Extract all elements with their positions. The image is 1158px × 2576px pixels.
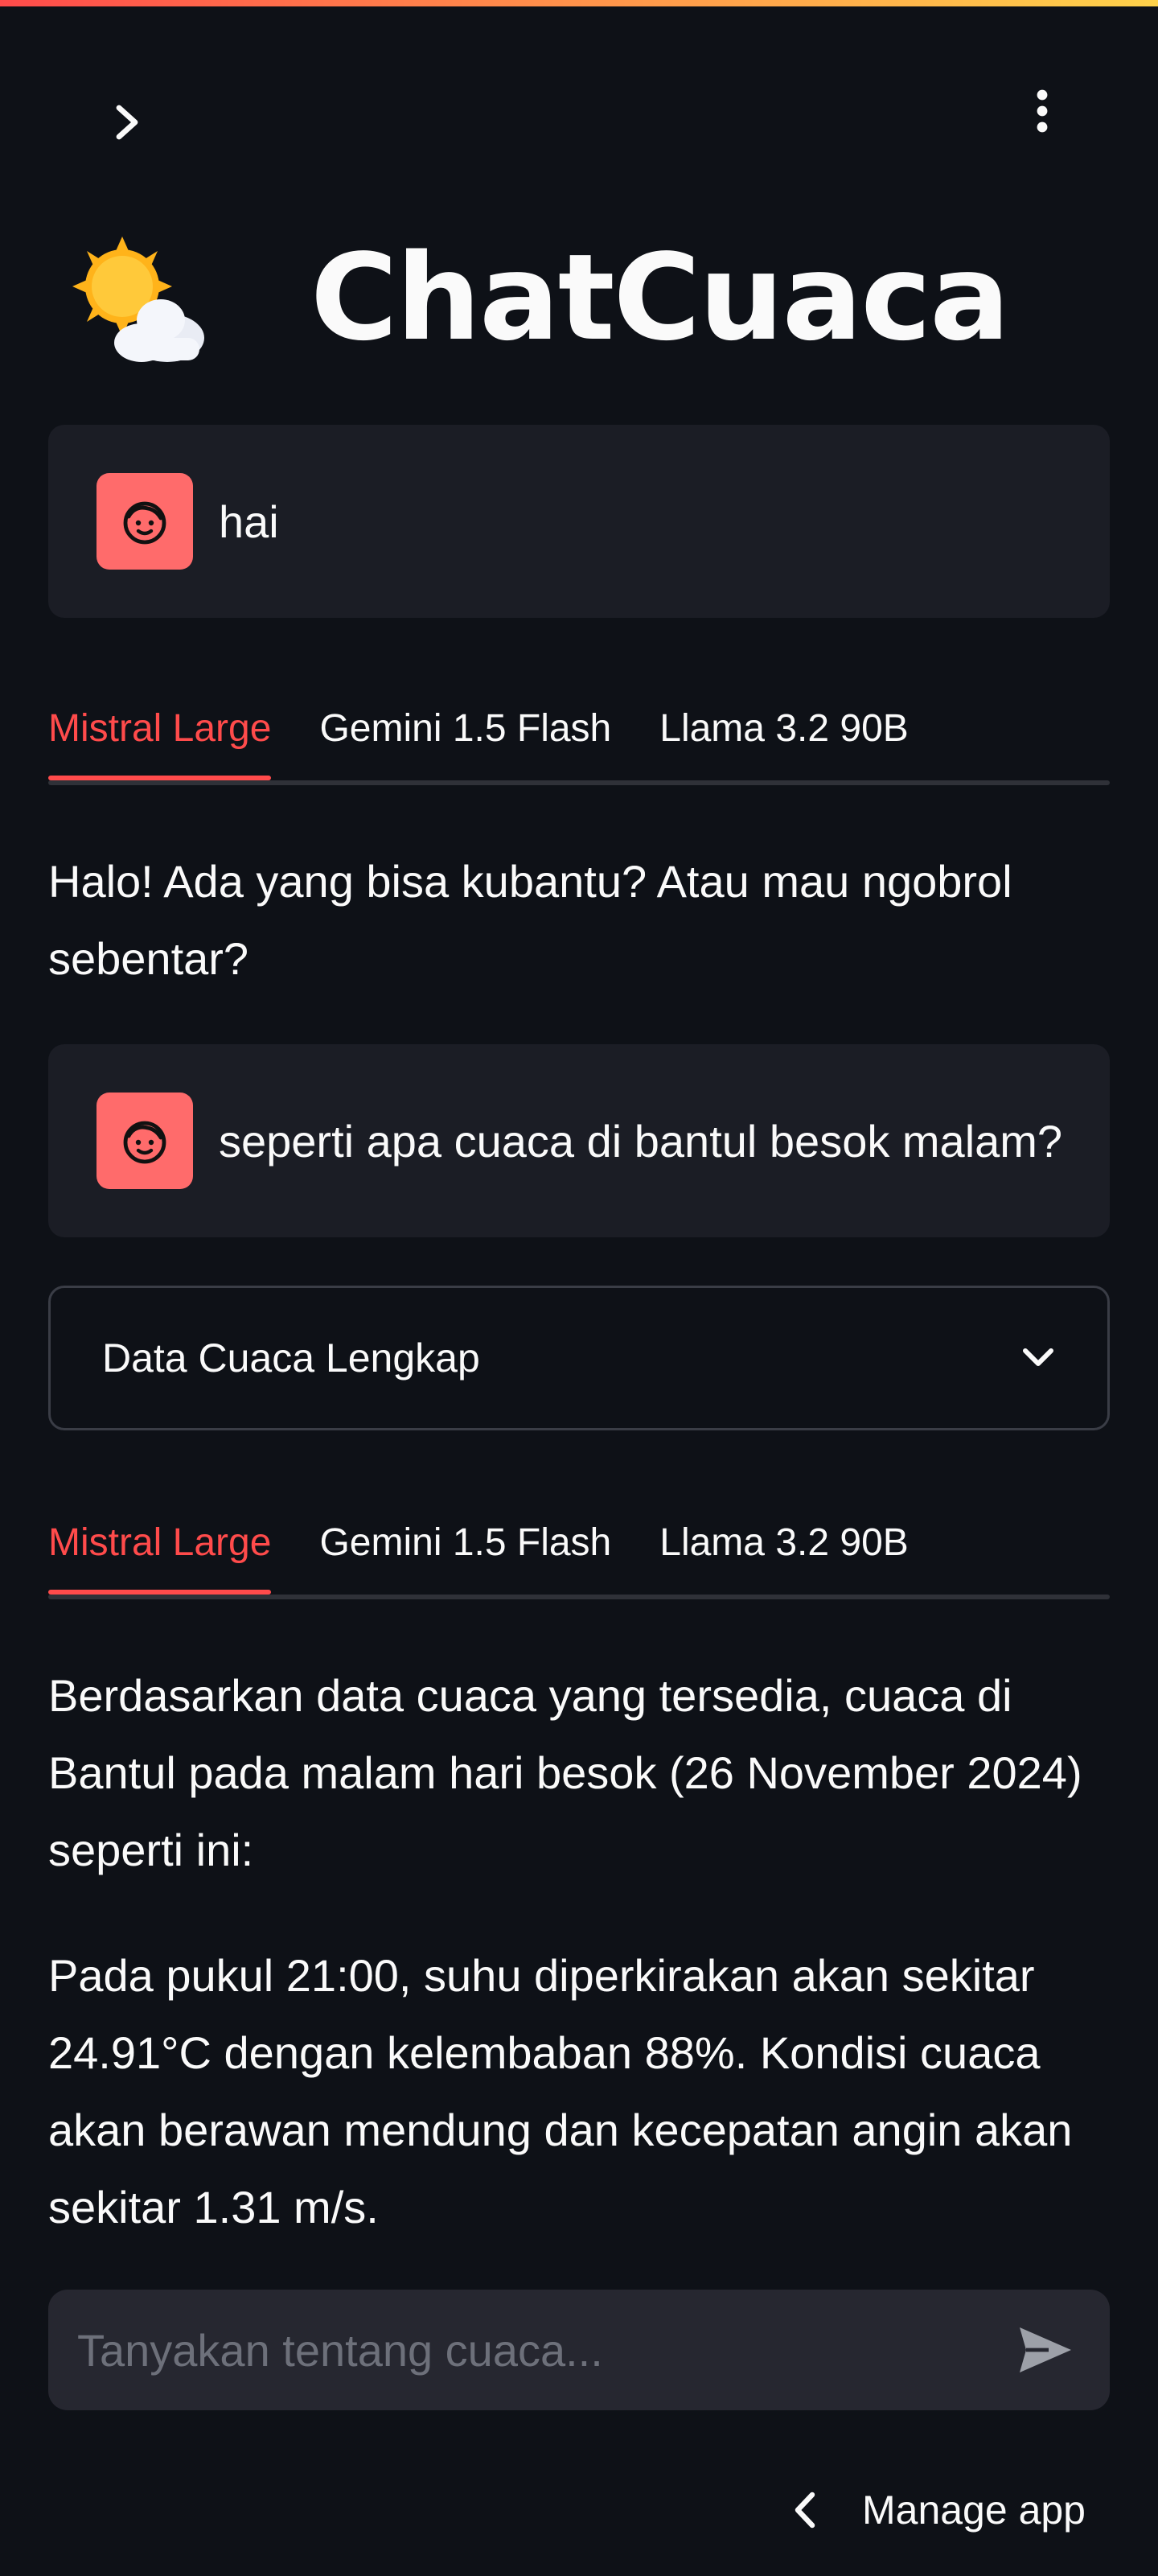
tab-llama[interactable]: Llama 3.2 90B [659, 681, 909, 777]
app-title: ChatCuaca [310, 228, 1010, 367]
manage-app-label: Manage app [861, 2488, 1086, 2533]
tab-llama[interactable]: Llama 3.2 90B [659, 1495, 909, 1591]
tab-gemini-flash[interactable]: Gemini 1.5 Flash [319, 681, 611, 777]
chat-input-container [48, 2290, 1110, 2410]
user-avatar [96, 473, 193, 570]
assistant-response-text: Halo! Ada yang bisa kubantu? Atau mau ng… [48, 856, 1012, 984]
chevron-right-icon [116, 105, 138, 140]
user-message: hai [48, 425, 1110, 618]
user-message-text: seperti apa cuaca di bantul besok malam? [219, 1115, 1063, 1167]
tab-mistral-large[interactable]: Mistral Large [48, 681, 272, 780]
tab-gemini-flash[interactable]: Gemini 1.5 Flash [319, 1495, 611, 1591]
face-icon [123, 501, 166, 545]
send-button[interactable] [1005, 2310, 1086, 2390]
expander-label: Data Cuaca Lengkap [102, 1335, 480, 1381]
weather-data-expander[interactable]: Data Cuaca Lengkap [48, 1286, 1110, 1430]
sun-behind-cloud-icon [48, 225, 209, 370]
chevron-left-icon [795, 2492, 815, 2529]
model-tabs: Mistral Large Gemini 1.5 Flash Llama 3.2… [48, 681, 1110, 785]
send-icon [1020, 2327, 1071, 2372]
chevron-down-icon [1023, 1348, 1053, 1366]
tab-mistral-large[interactable]: Mistral Large [48, 1495, 272, 1595]
sidebar-toggle-button[interactable] [95, 90, 159, 154]
tab-divider [48, 780, 1110, 785]
face-icon [123, 1121, 166, 1164]
page-title: ChatCuaca [48, 225, 1010, 370]
model-tabs: Mistral Large Gemini 1.5 Flash Llama 3.2… [48, 1495, 1110, 1599]
user-message-text: hai [219, 496, 279, 547]
chat-input[interactable] [76, 2323, 1005, 2377]
main-menu-button[interactable] [1010, 79, 1074, 143]
header-decoration-bar [0, 0, 1158, 6]
kebab-menu-icon [1037, 89, 1048, 133]
manage-app-button[interactable]: Manage app [793, 2470, 1086, 2550]
assistant-response-text: Berdasarkan data cuaca yang tersedia, cu… [48, 1670, 1082, 1875]
user-message: seperti apa cuaca di bantul besok malam? [48, 1044, 1110, 1237]
tab-divider [48, 1595, 1110, 1599]
user-avatar [96, 1093, 193, 1189]
assistant-response-text: Pada pukul 21:00, suhu diperkirakan akan… [48, 1950, 1073, 2232]
